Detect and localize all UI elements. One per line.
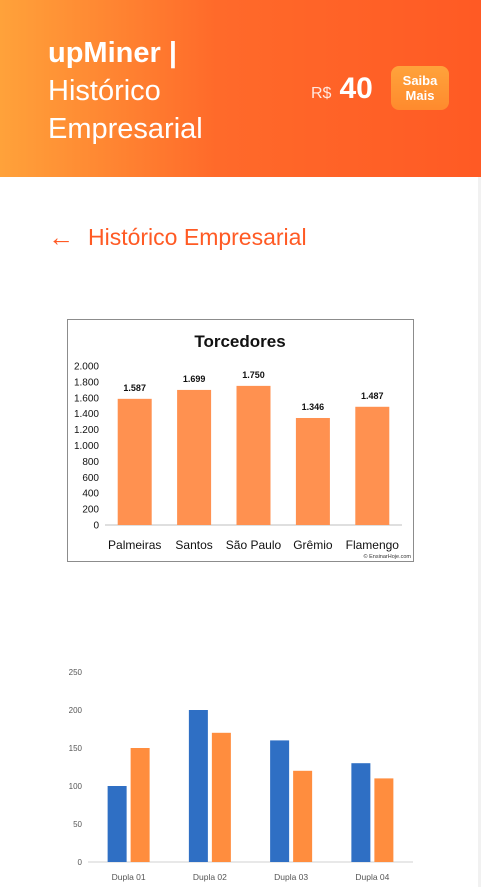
cta-label-line1: Saiba (402, 73, 438, 88)
bar-4 (355, 406, 390, 525)
brand-subtitle-line1: Histórico (48, 75, 161, 107)
y-tick-label: 2.000 (74, 362, 99, 373)
x-tick-label: São Paulo (226, 538, 282, 552)
torcedores-chart: Torcedores 0 200 400 600 800 1.000 1.200 1.400 1.… (74, 332, 412, 560)
chart-title: Torcedores (194, 332, 285, 351)
bar-s1-2 (293, 770, 313, 862)
x-tick-label: Dupla 01 (112, 872, 146, 882)
page-title: Histórico Empresarial (88, 224, 307, 250)
duplas-chart: 0 50 100 150 200 250 Dupla 01 Dupla 02 Dupla 03 D… (69, 668, 413, 882)
x-tick-label: Dupla 04 (355, 872, 389, 882)
x-tick-label: Santos (175, 538, 212, 552)
y-tick-label: 1.200 (74, 425, 99, 436)
data-label: 1.487 (361, 391, 384, 401)
y-tick-label: 250 (69, 668, 83, 677)
back-link[interactable]: ← Histórico Empresarial (48, 222, 307, 253)
brand-subtitle-line2: Empresarial (48, 113, 203, 145)
price-currency: R$ (311, 85, 332, 102)
bar-s1-3 (374, 778, 394, 862)
data-label: 1.346 (302, 402, 325, 412)
bar-s1-0 (130, 748, 150, 862)
data-label: 1.587 (123, 383, 146, 393)
bar-2 (236, 385, 271, 525)
bar-s0-2 (270, 740, 290, 862)
chart-watermark: © EnsinarHoje.com (364, 553, 412, 560)
torcedores-chart-card: Torcedores 0 200 400 600 800 1.000 1.200 1.400 1.… (67, 319, 414, 562)
y-tick-label: 1.400 (74, 409, 99, 420)
x-tick-label: Grêmio (293, 538, 333, 552)
bar-1 (177, 389, 212, 525)
back-arrow-icon[interactable]: ← (48, 222, 76, 253)
y-tick-label: 1.800 (74, 377, 99, 388)
bar-3 (295, 417, 330, 525)
y-tick-label: 0 (93, 521, 99, 532)
bar-0 (117, 398, 152, 525)
y-tick-label: 50 (73, 820, 82, 829)
bar-s1-1 (211, 732, 231, 862)
data-label: 1.750 (242, 370, 265, 380)
y-tick-label: 800 (82, 457, 99, 468)
bar-s0-1 (188, 710, 208, 862)
y-tick-label: 200 (82, 505, 99, 516)
price-value: 40 (339, 72, 373, 105)
brand-name: upMiner | (48, 37, 177, 69)
y-tick-label: 400 (82, 489, 99, 500)
bar-s0-3 (351, 763, 371, 862)
y-tick-label: 150 (69, 744, 83, 753)
bar-s0-0 (107, 786, 127, 862)
app-header: upMiner | Histórico Empresarial R$ 40 Sa… (0, 0, 481, 177)
y-tick-label: 600 (82, 473, 99, 484)
price-display: R$ 40 (311, 72, 373, 106)
x-tick-label: Palmeiras (108, 538, 161, 552)
x-tick-label: Dupla 02 (193, 872, 227, 882)
y-tick-label: 100 (69, 782, 83, 791)
y-tick-label: 200 (69, 706, 83, 715)
data-label: 1.699 (183, 374, 206, 384)
y-tick-label: 1.600 (74, 393, 99, 404)
x-tick-label: Flamengo (346, 538, 400, 552)
y-tick-label: 1.000 (74, 441, 99, 452)
saiba-mais-button[interactable]: Saiba Mais (391, 66, 449, 110)
cta-label-line2: Mais (405, 88, 435, 103)
y-tick-label: 0 (78, 858, 83, 867)
brand-title: upMiner | Histórico Empresarial (48, 34, 203, 148)
x-tick-label: Dupla 03 (274, 872, 308, 882)
